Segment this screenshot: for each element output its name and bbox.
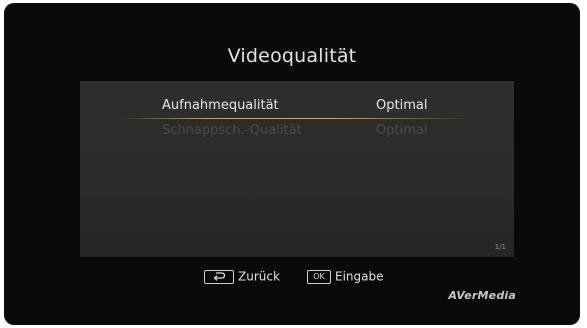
enter-hint[interactable]: OK Eingabe bbox=[307, 269, 384, 284]
video-quality-screen: Videoqualität Aufnahmequalität Optimal S… bbox=[4, 3, 580, 325]
menu-item-label: Aufnahmequalität bbox=[162, 98, 279, 113]
menu-item-value: Optimal bbox=[376, 98, 428, 113]
enter-label: Eingabe bbox=[335, 269, 384, 284]
ok-key-icon: OK bbox=[307, 269, 331, 284]
back-arrow-icon bbox=[204, 269, 234, 284]
screen-title: Videoqualität bbox=[227, 45, 357, 67]
page-indicator: 1/1 bbox=[494, 243, 506, 251]
menu-item-recording-quality[interactable]: Aufnahmequalität Optimal bbox=[80, 94, 514, 118]
back-label: Zurück bbox=[238, 269, 280, 284]
menu-item-label: Schnappsch.-Qualität bbox=[162, 123, 302, 138]
menu-item-value: Optimal bbox=[376, 123, 428, 138]
settings-panel: Aufnahmequalität Optimal Schnappsch.-Qua… bbox=[80, 81, 514, 257]
menu-item-snapshot-quality[interactable]: Schnappsch.-Qualität Optimal bbox=[80, 119, 514, 143]
back-hint[interactable]: Zurück bbox=[204, 269, 280, 284]
avermedia-logo: AVerMedia bbox=[448, 289, 516, 302]
